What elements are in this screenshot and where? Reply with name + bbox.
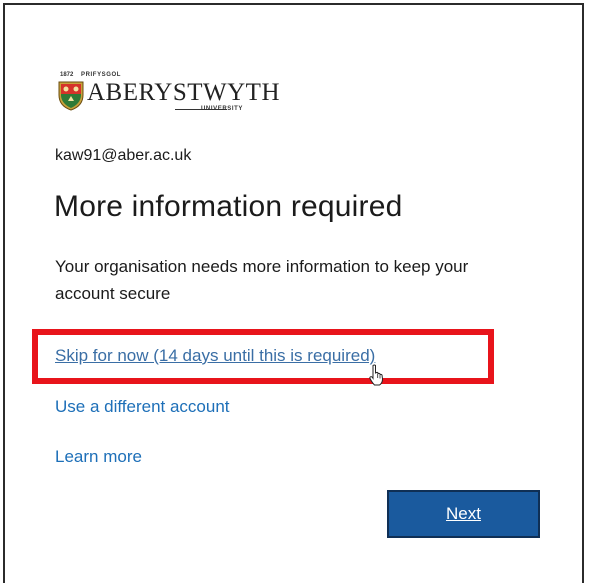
use-different-account-link[interactable]: Use a different account bbox=[55, 397, 230, 417]
skip-for-now-link[interactable]: Skip for now (14 days until this is requ… bbox=[55, 346, 375, 366]
page-title: More information required bbox=[54, 190, 403, 223]
aberystwyth-crest-icon bbox=[58, 81, 84, 111]
page-description: Your organisation needs more information… bbox=[55, 257, 469, 303]
university-logo: 1872 PRIFYSGOL ABERYSTWYTH UNIVERSITY bbox=[55, 72, 280, 118]
hand-cursor-icon bbox=[369, 364, 384, 386]
learn-more-link[interactable]: Learn more bbox=[55, 447, 142, 467]
logo-prifysgol: PRIFYSGOL bbox=[81, 72, 122, 78]
account-email: kaw91@aber.ac.uk bbox=[55, 147, 192, 164]
logo-year: 1872 bbox=[60, 72, 74, 78]
next-button[interactable]: Next bbox=[387, 490, 540, 538]
logo-wordmark: ABERYSTWYTH bbox=[87, 79, 280, 106]
logo-university: UNIVERSITY bbox=[201, 106, 244, 112]
